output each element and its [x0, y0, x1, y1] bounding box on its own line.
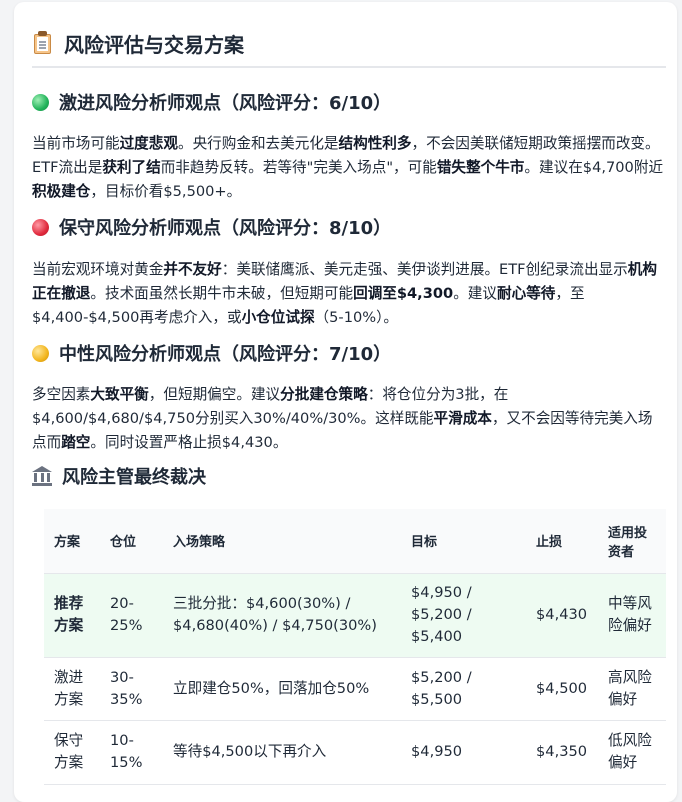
emphasis-text: 获利了结	[102, 159, 161, 176]
aggressive-analyst-heading: 激进风险分析师观点（风险评分：6/10）	[32, 88, 666, 116]
col-header: 仓位	[100, 509, 163, 574]
table-cell: 保守方案	[44, 720, 100, 785]
body-text: 。技术面虽然长期牛市未破，但短期可能	[90, 285, 354, 302]
verdict-heading: 风险主管最终裁决	[32, 462, 666, 490]
conservative-analyst-heading: 保守风险分析师观点（风险评分：8/10）	[32, 213, 666, 241]
body-text: （5-10%）。	[314, 309, 399, 326]
table-cell: $4,950 / $5,200 / $5,400	[401, 573, 526, 658]
emphasis-text: 并不友好	[163, 261, 222, 278]
body-text: 多空因素	[32, 386, 91, 403]
table-cell: 20-25%	[100, 573, 163, 658]
table-row: 推荐方案 20-25% 三批分批：$4,600(30%) / $4,680(40…	[44, 573, 666, 658]
report-card: 风险评估与交易方案 激进风险分析师观点（风险评分：6/10） 当前市场可能过度悲…	[14, 2, 677, 802]
plan-table: 方案 仓位 入场策略 目标 止损 适用投资者 推荐方案 20-25% 三批分批：…	[44, 509, 666, 785]
table-header-row: 方案 仓位 入场策略 目标 止损 适用投资者	[44, 509, 666, 574]
emphasis-text: 过度悲观	[119, 135, 178, 152]
table-cell: $4,500	[526, 657, 598, 721]
body-text: 当前市场可能	[32, 135, 120, 152]
table-cell: 30-35%	[100, 657, 163, 721]
emphasis-text: 错失整个牛市	[436, 159, 525, 176]
emphasis-text: 踏空	[61, 434, 91, 451]
col-header: 目标	[401, 509, 526, 574]
table-cell: 高风险偏好	[598, 657, 666, 721]
emphasis-text: 回调至$4,300	[353, 285, 454, 302]
body-text: 。同时设置严格止损$4,430。	[90, 434, 288, 451]
emphasis-text: 分批建仓策略	[280, 386, 368, 403]
body-text: 当前宏观环境对黄金	[32, 261, 164, 278]
section-title: 保守风险分析师观点（风险评分：8/10）	[59, 218, 392, 239]
neutral-analyst-text: 多空因素大致平衡，但短期偏空。建议分批建仓策略：将仓位分为3批，在$4,600/…	[32, 383, 666, 455]
col-header: 适用投资者	[598, 509, 666, 574]
body-text: 。央行购金和去美元化是	[177, 135, 339, 152]
emphasis-text: 结构性利多	[338, 135, 412, 152]
body-text: 。建议在$4,700附近	[524, 159, 664, 176]
yellow-circle-icon	[32, 344, 49, 362]
body-text: ：美联储鹰派、美元走强、美伊谈判进展。ETF创纪录流出显示	[221, 261, 628, 278]
conservative-analyst-text: 当前宏观环境对黄金并不友好：美联储鹰派、美元走强、美伊谈判进展。ETF创纪录流出…	[32, 258, 666, 330]
table-cell: 推荐方案	[44, 573, 100, 658]
green-circle-icon	[32, 93, 49, 111]
aggressive-analyst-text: 当前市场可能过度悲观。央行购金和去美元化是结构性利多，不会因美联储短期政策摇摆而…	[32, 132, 666, 204]
col-header: 止损	[526, 509, 598, 574]
section-title: 中性风险分析师观点（风险评分：7/10）	[59, 344, 392, 365]
title-divider	[32, 66, 666, 68]
emphasis-text: 大致平衡	[90, 386, 149, 403]
body-text: 。建议	[453, 285, 497, 302]
table-cell: $4,430	[526, 573, 598, 658]
table-row: 激进方案 30-35% 立即建仓50%，回落加仓50% $5,200 / $5,…	[44, 657, 666, 721]
bank-icon	[32, 466, 52, 486]
table-cell: 立即建仓50%，回落加仓50%	[163, 657, 401, 721]
page-title: 风险评估与交易方案	[64, 32, 244, 57]
table-cell: $5,200 / $5,500	[401, 657, 526, 721]
red-circle-icon	[32, 218, 49, 236]
emphasis-text: 平滑成本	[433, 410, 492, 427]
body-text: ，但短期偏空。建议	[148, 386, 281, 403]
emphasis-text: 耐心等待	[497, 285, 556, 302]
table-cell: $4,350	[526, 720, 598, 785]
table-cell: 10-15%	[100, 720, 163, 785]
table-cell: 中等风险偏好	[598, 573, 666, 658]
table-cell: $4,950	[401, 720, 526, 785]
table-cell: 激进方案	[44, 657, 100, 721]
clipboard-icon	[32, 31, 54, 55]
section-title: 激进风险分析师观点（风险评分：6/10）	[59, 93, 392, 114]
table-cell: 三批分批：$4,600(30%) / $4,680(40%) / $4,750(…	[163, 573, 401, 658]
emphasis-text: 小仓位试探	[241, 309, 315, 326]
table-row: 保守方案 10-15% 等待$4,500以下再介入 $4,950 $4,350 …	[44, 720, 666, 785]
col-header: 方案	[44, 509, 100, 574]
col-header: 入场策略	[163, 509, 401, 574]
neutral-analyst-heading: 中性风险分析师观点（风险评分：7/10）	[32, 339, 666, 367]
table-cell: 等待$4,500以下再介入	[163, 720, 401, 785]
section-title: 风险主管最终裁决	[62, 467, 206, 488]
emphasis-text: 积极建仓	[32, 183, 91, 200]
report-header: 风险评估与交易方案	[32, 28, 666, 58]
body-text: 而非趋势反转。若等待"完美入场点"，可能	[160, 159, 437, 176]
body-text: ，目标价看$5,500+。	[90, 183, 242, 200]
table-cell: 低风险偏好	[598, 720, 666, 785]
